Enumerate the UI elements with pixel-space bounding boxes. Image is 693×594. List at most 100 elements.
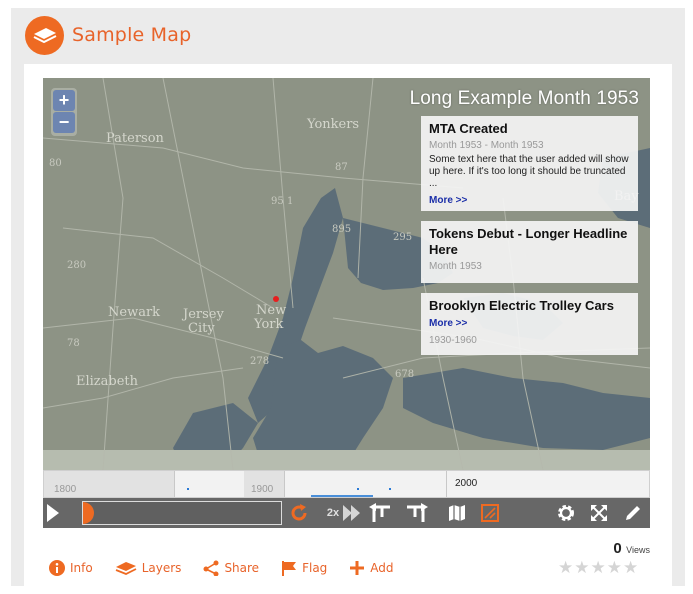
star-icon[interactable]: ★ xyxy=(623,559,638,576)
road-label: 295 xyxy=(393,232,412,243)
zoom-out-button[interactable]: − xyxy=(53,112,75,133)
place-label: Yonkers xyxy=(306,117,359,132)
view-counter: 0 Views xyxy=(613,540,650,558)
event-date: Month 1953 - Month 1953 xyxy=(429,140,544,151)
event-title: MTA Created xyxy=(429,121,508,136)
event-card[interactable]: Tokens Debut - Longer Headline Here Mont… xyxy=(421,221,638,283)
road-label: 895 xyxy=(332,224,351,235)
place-label: York xyxy=(253,317,283,332)
settings-button[interactable] xyxy=(554,498,578,528)
fullscreen-button[interactable] xyxy=(588,498,610,528)
map-view[interactable]: Paterson Yonkers Newark Jersey City New … xyxy=(43,78,650,470)
timeline-event-marker[interactable] xyxy=(187,488,189,490)
timeline-ruler[interactable]: 1800 1900 2000 xyxy=(43,470,650,498)
app-title: Sample Map xyxy=(72,24,192,46)
progress-fill xyxy=(83,502,94,524)
place-label: Elizabeth xyxy=(76,374,139,389)
star-icon[interactable]: ★ xyxy=(607,559,622,576)
timeline-event-marker[interactable] xyxy=(357,488,359,490)
event-date: Month 1953 xyxy=(429,261,482,272)
add-label: Add xyxy=(370,561,394,575)
fast-forward-button[interactable] xyxy=(342,498,362,528)
star-icon[interactable]: ★ xyxy=(591,559,606,576)
timeline-label: 1900 xyxy=(251,484,274,495)
filter-button[interactable] xyxy=(479,498,501,528)
fullscreen-icon xyxy=(591,505,607,521)
layers-stack-icon xyxy=(33,27,57,43)
map-marker[interactable] xyxy=(273,296,279,302)
map-title: Long Example Month 1953 xyxy=(409,88,639,109)
place-label: New xyxy=(256,303,286,318)
step-back-icon xyxy=(369,503,390,522)
event-description: Some text here that the user added will … xyxy=(429,154,629,189)
step-forward-icon xyxy=(407,503,428,522)
layers-label: Layers xyxy=(141,561,182,575)
layers-button[interactable]: Layers xyxy=(115,561,182,575)
flag-icon xyxy=(282,561,297,576)
layers-icon xyxy=(115,562,137,575)
timeline-divider xyxy=(174,471,175,497)
event-title: Brooklyn Electric Trolley Cars xyxy=(429,298,614,313)
event-title-row: Brooklyn Electric Trolley Cars More >> xyxy=(429,298,630,332)
event-title: Tokens Debut - Longer Headline Here xyxy=(429,226,628,257)
star-icon[interactable]: ★ xyxy=(574,559,589,576)
page-container: Sample Map Paterson Yonkers Newark Jerse… xyxy=(11,8,685,586)
views-label: Views xyxy=(626,545,650,555)
app-header: Sample Map xyxy=(25,15,191,55)
gear-icon xyxy=(558,505,574,521)
views-count: 0 xyxy=(613,540,622,557)
timeline-range-bar xyxy=(311,495,373,497)
play-icon xyxy=(47,504,59,522)
map-view-button[interactable] xyxy=(446,498,468,528)
road-label: 78 xyxy=(67,338,80,349)
playback-controls: 2x xyxy=(43,498,650,528)
plus-icon xyxy=(350,561,365,575)
fast-forward-icon xyxy=(343,505,360,521)
more-link[interactable]: More >> xyxy=(429,316,467,332)
add-button[interactable]: Add xyxy=(349,560,394,576)
more-link[interactable]: More >> xyxy=(429,195,467,206)
timeline-label: 1800 xyxy=(54,484,77,495)
loop-icon xyxy=(291,504,307,521)
share-icon xyxy=(203,560,219,576)
timeline-label: 2000 xyxy=(455,478,478,489)
edit-button[interactable] xyxy=(622,498,644,528)
road-label: 80 xyxy=(49,158,62,169)
step-back-button[interactable] xyxy=(366,498,394,528)
place-label: Jersey xyxy=(181,307,224,322)
road-label: 278 xyxy=(250,356,269,367)
loop-button[interactable] xyxy=(286,498,312,528)
action-bar: Info Layers Share Flag Add xyxy=(49,560,416,576)
share-label: Share xyxy=(224,561,260,575)
place-label: Newark xyxy=(108,305,160,320)
speed-label: 2x xyxy=(326,507,340,519)
place-label: City xyxy=(188,321,215,336)
info-button[interactable]: Info xyxy=(49,560,93,576)
road-label: 87 xyxy=(335,162,348,173)
road-label: 678 xyxy=(395,369,414,380)
timeline-divider xyxy=(446,471,447,497)
flag-label: Flag xyxy=(302,561,328,575)
main-panel: Paterson Yonkers Newark Jersey City New … xyxy=(24,64,672,586)
timeline-event-marker[interactable] xyxy=(389,488,391,490)
filter-icon xyxy=(481,504,499,522)
app-logo[interactable] xyxy=(25,15,64,55)
road-label: 1 xyxy=(287,196,293,207)
road-label: 280 xyxy=(67,260,86,271)
play-button[interactable] xyxy=(43,498,63,528)
pencil-icon xyxy=(626,506,640,520)
info-icon xyxy=(49,560,65,576)
rating-stars[interactable]: ★ ★ ★ ★ ★ xyxy=(558,559,639,576)
event-card[interactable]: Brooklyn Electric Trolley Cars More >> 1… xyxy=(421,293,638,355)
star-icon[interactable]: ★ xyxy=(558,559,573,576)
speed-toggle[interactable]: 2x xyxy=(323,498,343,528)
zoom-in-button[interactable]: + xyxy=(53,90,75,111)
road-label: 95 xyxy=(271,196,284,207)
event-card[interactable]: MTA Created Month 1953 - Month 1953 Some… xyxy=(421,116,638,211)
flag-button[interactable]: Flag xyxy=(281,560,327,576)
playback-progress[interactable] xyxy=(82,501,282,525)
step-forward-button[interactable] xyxy=(403,498,431,528)
info-label: Info xyxy=(70,561,93,575)
share-button[interactable]: Share xyxy=(203,560,259,576)
place-label: Paterson xyxy=(106,131,165,146)
